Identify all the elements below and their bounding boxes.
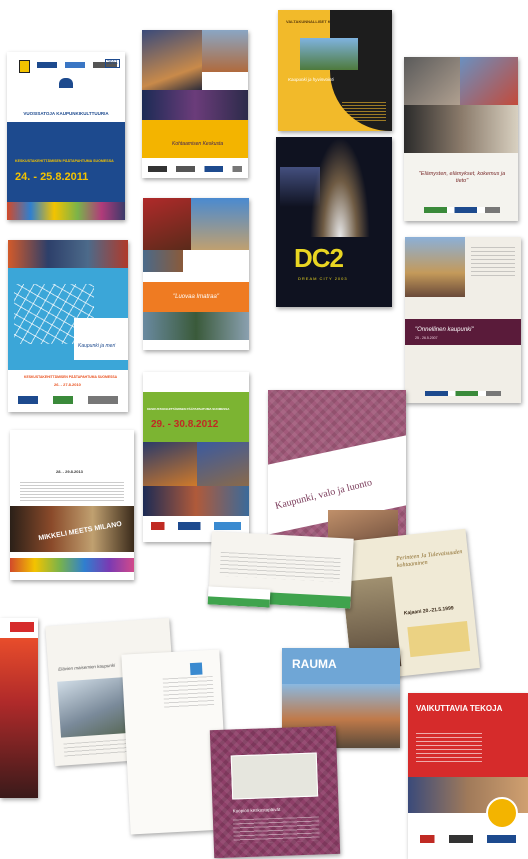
- poster-left-edge: [0, 618, 38, 798]
- sponsor-strip: [148, 166, 242, 172]
- text-block: [342, 102, 386, 122]
- logo-row: [424, 207, 500, 213]
- logo-row: [425, 391, 501, 396]
- map-panel: [230, 752, 319, 800]
- bridge-photo: [460, 57, 518, 105]
- poster-title: Kohtaamisen Keskusta: [172, 141, 224, 147]
- yellow-accent: [407, 621, 471, 658]
- poster-quote: "Elämysten, elämykset, kokemus ja tieto": [418, 171, 506, 184]
- poster-title: Kaupunki ja meri: [78, 343, 116, 349]
- city-coat-icon: [19, 60, 30, 73]
- harbour-photo: [8, 240, 128, 268]
- sponsor-logos: [420, 835, 516, 843]
- text-lines: [232, 816, 320, 844]
- red-stage-photo: [0, 638, 38, 798]
- poster-dates: 25 - 26.5.2007: [415, 336, 438, 340]
- dc2-tagline: DREAM CITY 2003: [298, 276, 348, 281]
- event-dates: 29. - 30.8.2012: [151, 419, 219, 430]
- text-lines: [162, 675, 215, 709]
- poster-heading: RAUMA: [292, 657, 337, 671]
- street-photo: [202, 30, 248, 72]
- poster-kaupunki-hyvinvointi: VALTAKUNNALLISET KESKUSTAPÄIVÄT Kaupunki…: [278, 10, 392, 131]
- badge-icon: [486, 797, 518, 829]
- event-line: KESKUSTAKEHITTÄMISEN PÄÄTAPAHTUMA SUOMES…: [147, 407, 230, 411]
- poster-onnellinen: "Onnellinen kaupunki" 25 - 26.5.2007: [405, 237, 521, 403]
- church-photo: [300, 38, 358, 70]
- green-band: [207, 596, 270, 608]
- white-panel: [74, 318, 128, 360]
- poster-2012: KESKUSTAKEHITTÄMISEN PÄÄTAPAHTUMA SUOMES…: [143, 372, 249, 542]
- poster-kohtaamisen: Kohtaamisen Keskusta: [142, 30, 248, 178]
- association-logo-icon: [59, 78, 73, 88]
- city-photo-3: [143, 486, 249, 516]
- night-photo: [142, 90, 248, 120]
- poster-2011: 2011 VUOSISATOJA KAUPUNKIKULTTUURIA KESK…: [7, 52, 125, 220]
- poster-title: Perinteen Ja Tulevaisuuden kohtaaminen: [395, 549, 463, 570]
- skyline-strip: [10, 558, 134, 572]
- musician-photo: [143, 198, 191, 250]
- poster-dc2: DC2 DREAM CITY 2003: [276, 137, 392, 307]
- event-dates: 28. - 29.8.2013: [56, 469, 83, 474]
- event-dates: 24. - 25.8.2011: [15, 171, 89, 183]
- town-photo: [142, 30, 202, 90]
- event-line: KESKUSTAKEHITTÄMISEN PÄÄTAPAHTUMA SUOMES…: [24, 375, 118, 379]
- crowd-photo: [143, 250, 183, 272]
- city-photo-2: [197, 442, 249, 486]
- text-lines: [471, 247, 515, 277]
- dc2-logo: DC2: [294, 243, 344, 273]
- poster-title: VAIKUTTAVIA TEKOJA: [416, 704, 503, 713]
- poster-vaikuttavia-tekoja: VAIKUTTAVIA TEKOJA: [408, 693, 528, 859]
- river-photo: [143, 312, 249, 340]
- poster-title: "Onnellinen kaupunki": [415, 327, 474, 333]
- poster-title: "Luovaa Imatraa": [173, 294, 219, 300]
- people-photo: [404, 57, 460, 105]
- tower-photo: [191, 198, 249, 250]
- sponsor-strip: [151, 522, 241, 530]
- event-line: KESKUSTAKEHITTÄMISEN PÄÄTAPAHTUMA SUOMES…: [15, 159, 114, 163]
- city-photo-1: [143, 442, 197, 486]
- logo-top: [10, 622, 34, 632]
- fountain-left: [280, 167, 320, 207]
- poster-valo-luonto: Kaupunki, valo ja luonto: [268, 390, 406, 558]
- green-band: [143, 392, 249, 442]
- text-lines: [20, 482, 124, 502]
- brochure-green-strip: [207, 586, 271, 608]
- sponsor-strip: [18, 396, 118, 404]
- yellow-band: [142, 120, 248, 158]
- event-dates: 26. - 27.8.2010: [54, 382, 81, 387]
- poster-kaupunki-ja-meri: Kaupunki ja meri KESKUSTAKEHITTÄMISEN PÄ…: [8, 240, 128, 412]
- church-tower-photo: [405, 237, 465, 297]
- year-badge: 2011: [105, 59, 120, 68]
- poster-mikkeli-milano: 28. - 29.8.2013 MIKKELI MEETS MILANO: [10, 430, 134, 580]
- poster-kuopio: Kuopion keskustapäivät: [209, 725, 341, 859]
- blue-logo-icon: [189, 662, 203, 676]
- poster-header: VUOSISATOJA KAUPUNKIKULTTUURIA: [23, 111, 109, 116]
- text-lines: [219, 551, 341, 583]
- poster-place: Kajaani 20.-21.5.1999: [403, 605, 454, 617]
- poster-luovaa-imatraa: "Luovaa Imatraa": [143, 198, 249, 350]
- brochure-title: Elävien maisemien kaupunki: [58, 662, 116, 672]
- poster-elamysten: "Elämysten, elämykset, kokemus ja tieto": [404, 57, 518, 221]
- cafe-photo: [404, 105, 518, 153]
- poster-subtitle: Kaupunki ja hyvinvointi: [288, 77, 334, 82]
- skyline-photo: [7, 202, 125, 220]
- text-lines: [416, 733, 482, 763]
